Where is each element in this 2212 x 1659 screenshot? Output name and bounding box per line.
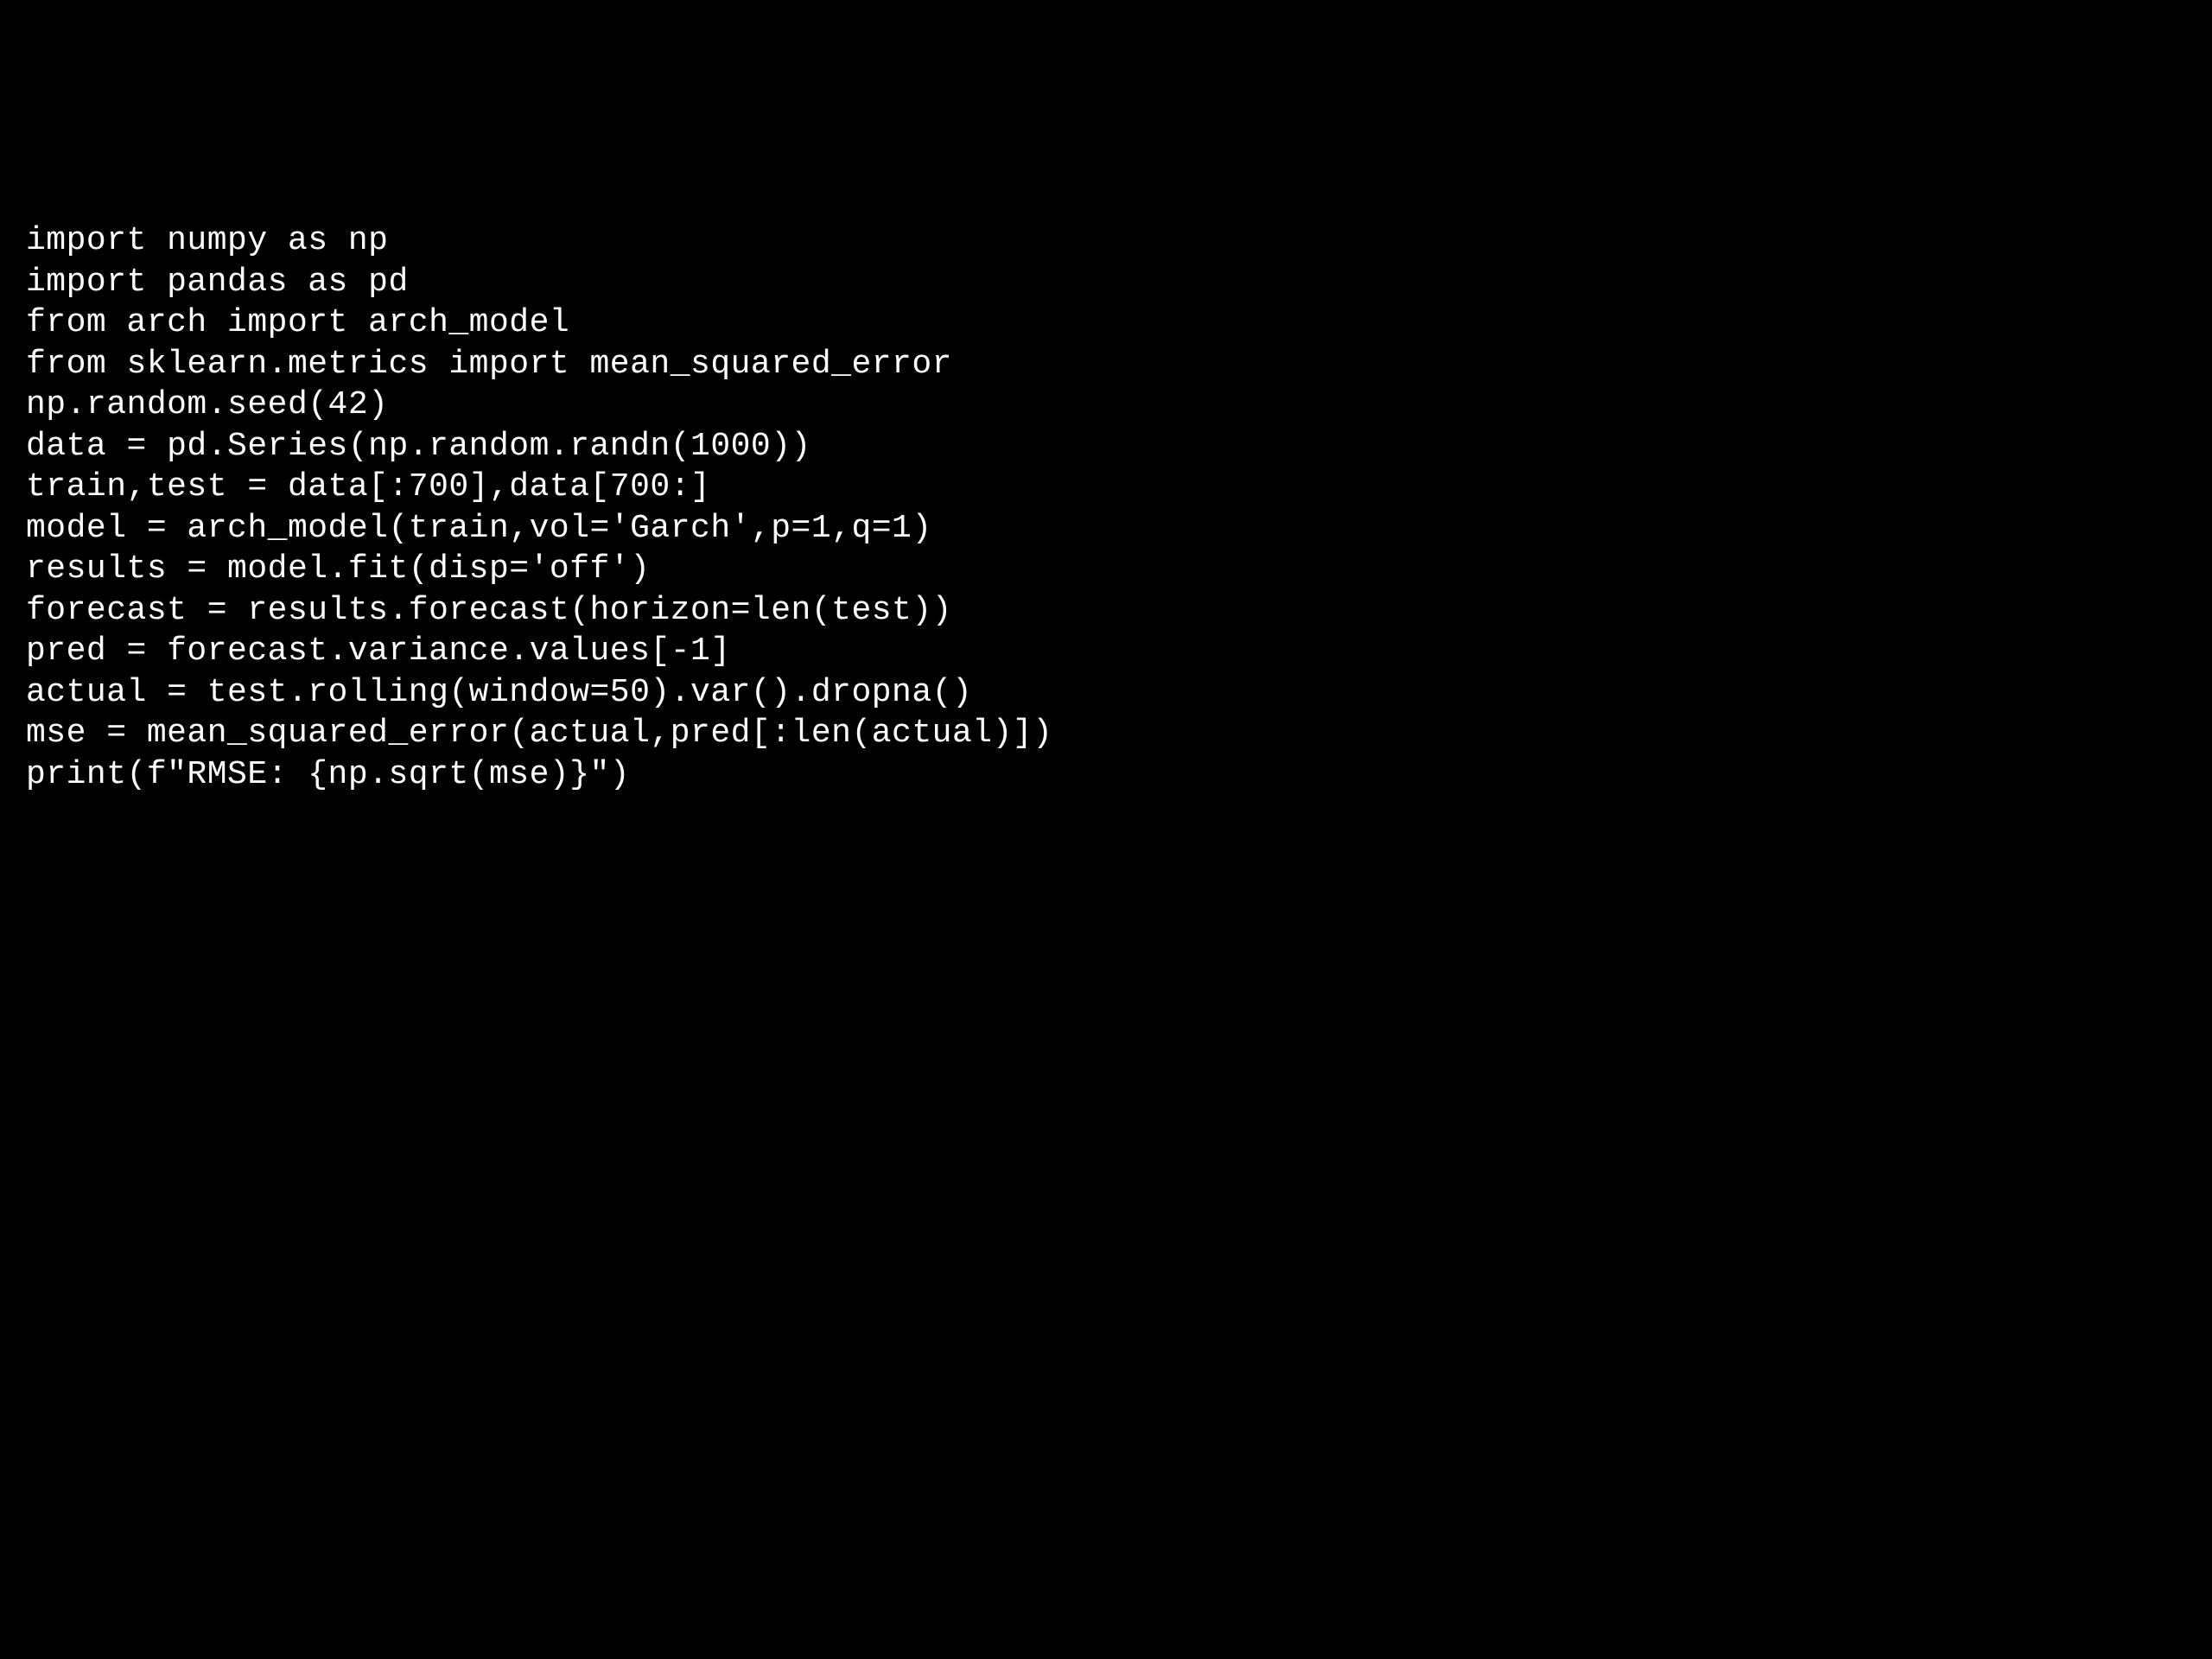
code-line: model = arch_model(train,vol='Garch',p=1… bbox=[26, 508, 2186, 550]
code-line: train,test = data[:700],data[700:] bbox=[26, 467, 2186, 508]
code-line: np.random.seed(42) bbox=[26, 385, 2186, 426]
code-line: results = model.fit(disp='off') bbox=[26, 549, 2186, 590]
code-line: import numpy as np bbox=[26, 220, 2186, 262]
code-line: print(f"RMSE: {np.sqrt(mse)}") bbox=[26, 754, 2186, 796]
code-line: from sklearn.metrics import mean_squared… bbox=[26, 344, 2186, 385]
code-line: pred = forecast.variance.values[-1] bbox=[26, 631, 2186, 672]
code-block: import numpy as npimport pandas as pdfro… bbox=[26, 220, 2186, 795]
code-line: from arch import arch_model bbox=[26, 302, 2186, 344]
code-line: actual = test.rolling(window=50).var().d… bbox=[26, 672, 2186, 714]
code-line: mse = mean_squared_error(actual,pred[:le… bbox=[26, 713, 2186, 754]
code-line: forecast = results.forecast(horizon=len(… bbox=[26, 590, 2186, 632]
code-line: data = pd.Series(np.random.randn(1000)) bbox=[26, 426, 2186, 467]
code-line: import pandas as pd bbox=[26, 262, 2186, 303]
